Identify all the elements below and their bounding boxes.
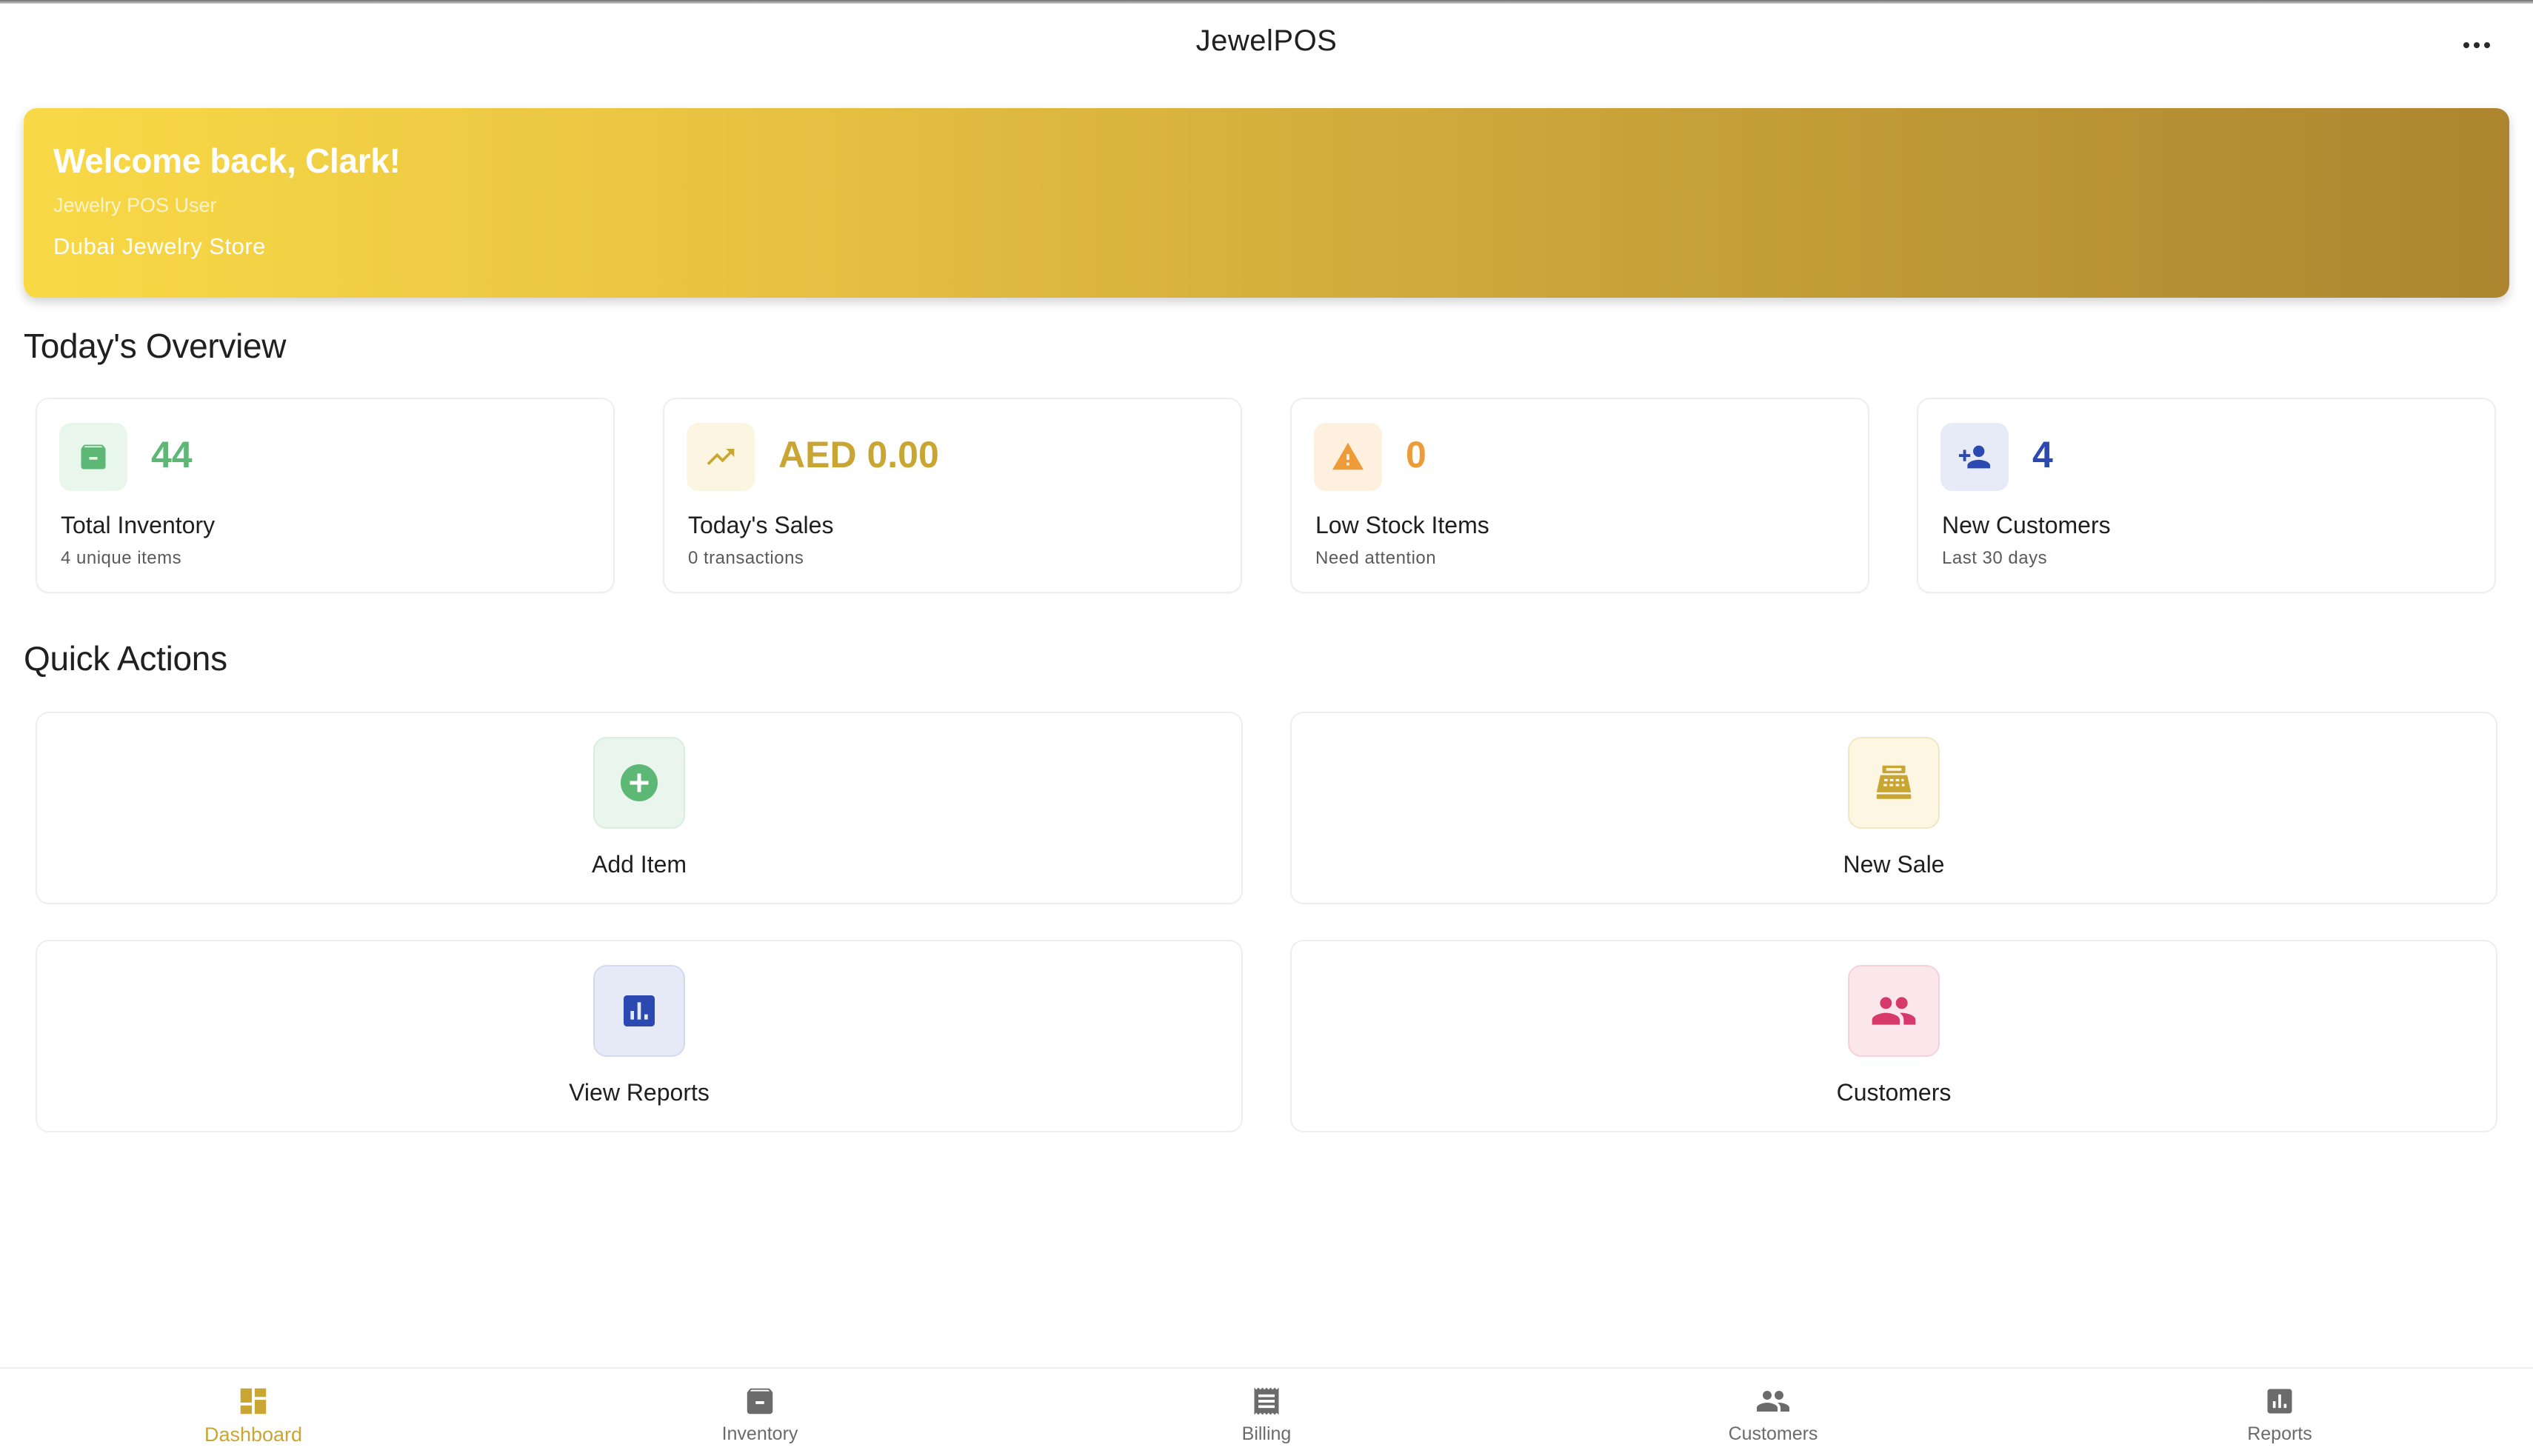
stat-subtitle: Need attention	[1315, 548, 1437, 568]
dashboard-screen: JewelPOS Welcome back, Clark! Jewelry PO…	[0, 0, 2533, 1456]
view-reports-button[interactable]: View Reports	[36, 940, 1243, 1132]
app-bar: JewelPOS	[0, 4, 2533, 84]
welcome-banner: Welcome back, Clark! Jewelry POS User Du…	[24, 108, 2509, 298]
stat-label: Today's Sales	[688, 512, 834, 538]
nav-label: Reports	[2247, 1423, 2312, 1444]
welcome-message: Welcome back, Clark!	[53, 141, 401, 180]
add-item-button[interactable]: Add Item	[36, 712, 1243, 904]
nav-label: Billing	[1241, 1423, 1292, 1444]
overview-title: Today's Overview	[24, 327, 287, 365]
bottom-navigation: Dashboard Inventory Billing Customers Re…	[0, 1367, 2533, 1456]
trending-up-icon	[687, 423, 755, 491]
nav-item-dashboard[interactable]: Dashboard	[0, 1369, 507, 1456]
stat-value: 0	[1406, 434, 1426, 475]
action-label: Add Item	[591, 851, 687, 878]
stat-subtitle: 4 unique items	[61, 548, 182, 568]
new-sale-button[interactable]: New Sale	[1290, 712, 2497, 904]
stat-subtitle: Last 30 days	[1942, 548, 2048, 568]
action-label: Customers	[1836, 1079, 1952, 1106]
stat-card-new-customers[interactable]: 4 New Customers Last 30 days	[1917, 398, 2496, 593]
more-dot-icon	[2474, 42, 2480, 48]
more-dot-icon	[2484, 42, 2490, 48]
quick-actions-title: Quick Actions	[24, 639, 227, 678]
people-icon	[1848, 965, 1940, 1057]
nav-item-customers[interactable]: Customers	[1520, 1369, 2026, 1456]
stat-value: 4	[2032, 434, 2053, 475]
stat-subtitle: 0 transactions	[688, 548, 804, 568]
bar-chart-icon	[593, 965, 685, 1057]
stat-card-low-stock[interactable]: 0 Low Stock Items Need attention	[1290, 398, 1869, 593]
stat-label: Total Inventory	[61, 512, 216, 538]
nav-item-reports[interactable]: Reports	[2026, 1369, 2533, 1456]
person-add-icon	[1940, 423, 2009, 491]
warning-icon	[1314, 423, 1382, 491]
nav-label: Inventory	[721, 1423, 798, 1444]
archive-icon	[742, 1383, 778, 1419]
receipt-icon	[1249, 1383, 1284, 1419]
nav-label: Dashboard	[204, 1423, 303, 1446]
archive-icon	[59, 423, 127, 491]
action-label: New Sale	[1843, 851, 1945, 878]
store-name: Dubai Jewelry Store	[53, 233, 266, 259]
stat-label: Low Stock Items	[1315, 512, 1489, 538]
people-icon	[1755, 1383, 1791, 1419]
stat-value: 44	[151, 434, 193, 475]
stat-label: New Customers	[1942, 512, 2111, 538]
stat-card-sales[interactable]: AED 0.00 Today's Sales 0 transactions	[663, 398, 1242, 593]
nav-label: Customers	[1728, 1423, 1818, 1444]
stat-value: AED 0.00	[778, 434, 939, 475]
dashboard-icon	[236, 1383, 271, 1419]
more-menu-button[interactable]	[2456, 30, 2497, 60]
customers-button[interactable]: Customers	[1290, 940, 2497, 1132]
action-label: View Reports	[569, 1079, 710, 1106]
user-role: Jewelry POS User	[53, 194, 217, 216]
more-dot-icon	[2463, 42, 2469, 48]
nav-item-inventory[interactable]: Inventory	[507, 1369, 1013, 1456]
nav-item-billing[interactable]: Billing	[1013, 1369, 1520, 1456]
add-circle-icon	[593, 737, 685, 829]
bar-chart-icon	[2262, 1383, 2297, 1419]
app-title: JewelPOS	[1195, 24, 1338, 57]
stat-card-inventory[interactable]: 44 Total Inventory 4 unique items	[36, 398, 615, 593]
cash-register-icon	[1848, 737, 1940, 829]
